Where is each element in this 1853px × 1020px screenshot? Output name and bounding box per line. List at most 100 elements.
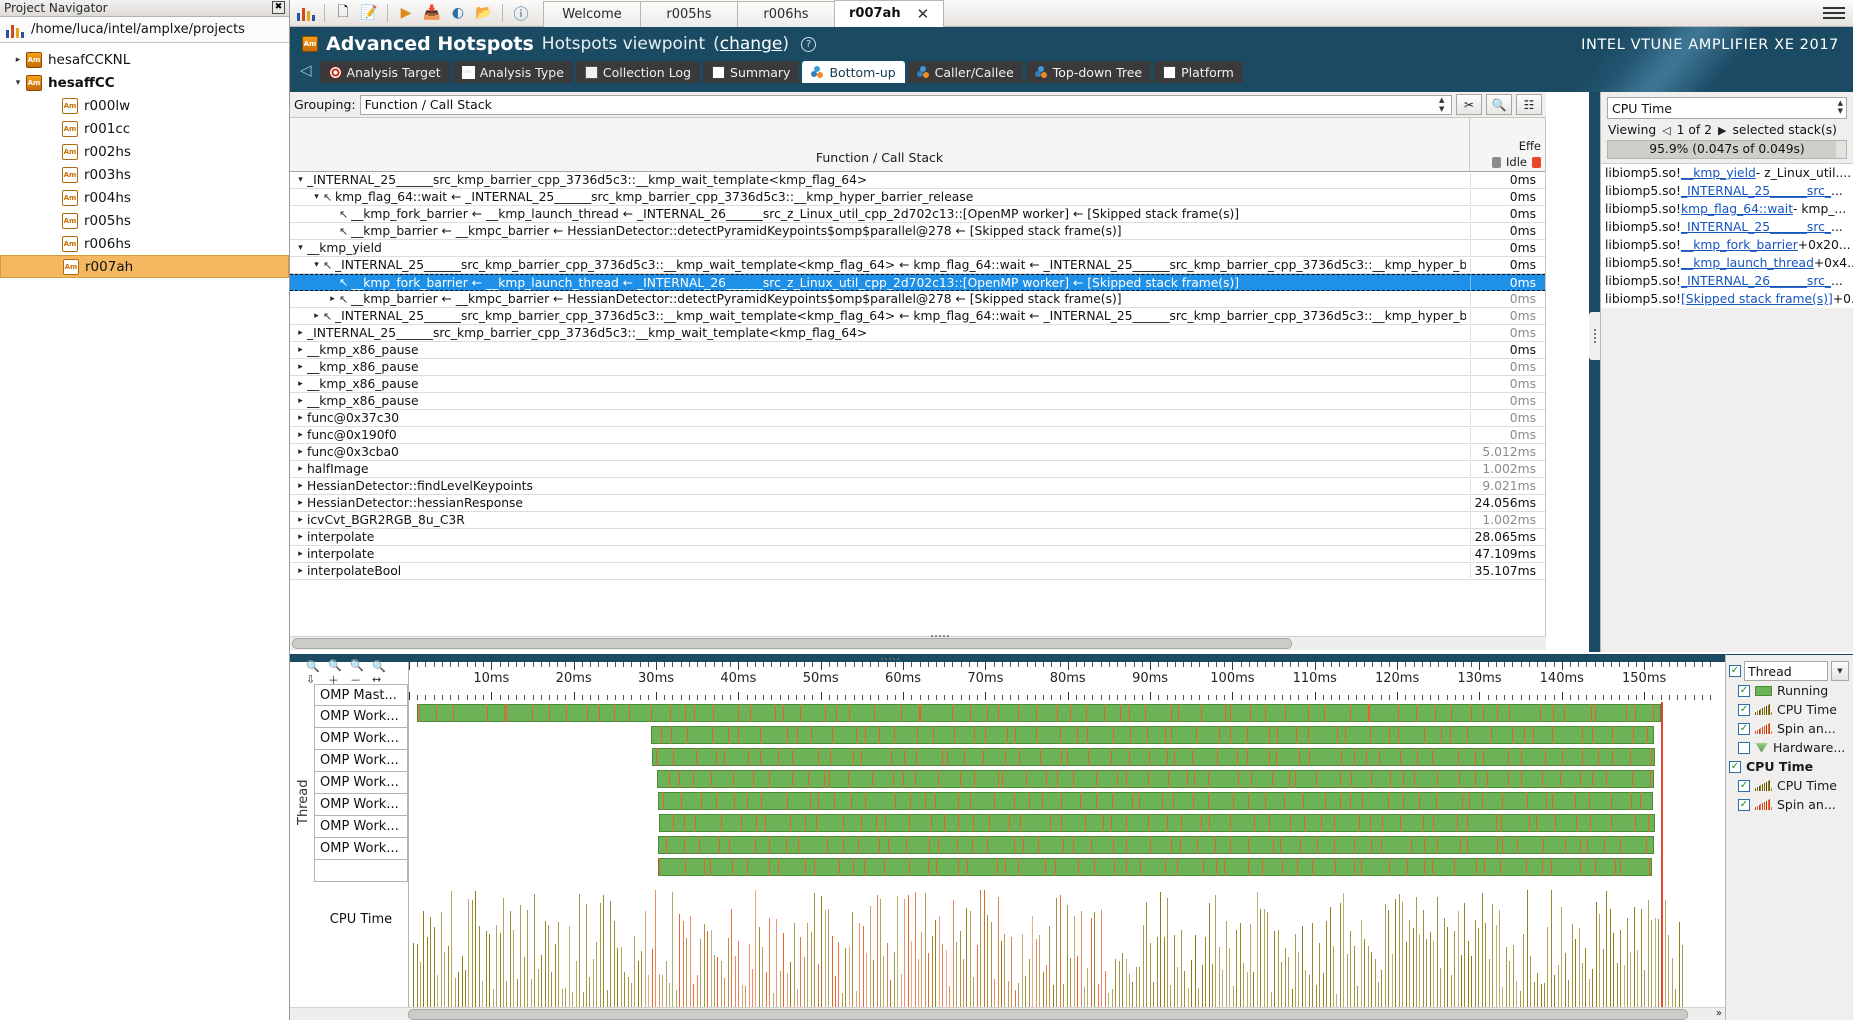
timeline-legend-item[interactable]: ✓ Spin an... [1726,719,1853,738]
viewpoint-tab[interactable]: Bottom-up [802,61,905,83]
table-row[interactable]: ▸ _INTERNAL_25______src_kmp_barrier_cpp_3… [290,325,1545,342]
stack-frame-function-link[interactable]: kmp_flag_64::wait [1681,202,1793,216]
table-row[interactable]: ▸ __kmp_x86_pause 0ms [290,393,1545,410]
compare-icon[interactable]: ◐ [446,2,470,24]
project-tree-item[interactable]: Am r006hs [0,232,289,255]
twisty-collapsed-icon[interactable]: ▸ [294,447,307,457]
help-icon[interactable]: ⓘ [509,2,533,24]
twisty-collapsed-icon[interactable]: ▸ [294,481,307,491]
grid-body[interactable]: ▾ _INTERNAL_25______src_kmp_barrier_cpp_3… [290,172,1545,650]
stack-frame-item[interactable]: libiomp5.so! _INTERNAL_25______src_... [1601,218,1853,236]
tab-scroll-left-icon[interactable]: ◁ [300,61,317,83]
project-tree-item[interactable]: ▾ Am hesaffCC [0,71,289,94]
table-row[interactable]: ▸ __kmp_x86_pause 0ms [290,376,1545,393]
timeline-thread-band[interactable] [659,814,1655,832]
hamburger-menu-icon[interactable] [1823,4,1845,22]
timeline-splitter[interactable] [290,655,1725,662]
table-row[interactable]: ▸↖__kmp_barrier ← __kmpc_barrier ← Hessi… [290,291,1545,308]
table-row[interactable]: ▸ HessianDetector::findLevelKeypoints 9.02… [290,478,1545,495]
table-row[interactable]: ▸↖__kmp_fork_barrier ← __kmp_launch_thre… [290,274,1545,291]
table-row[interactable]: ▸ HessianDetector::hessianResponse 24.056m… [290,495,1545,512]
legend-item-checkbox[interactable]: ✓ [1738,703,1750,716]
stack-frame-item[interactable]: libiomp5.so![Skipped stack frame(s)]+0..… [1601,290,1853,308]
search-icon[interactable]: 🔍 [1486,94,1512,115]
twisty-collapsed-icon[interactable]: ▸ [294,566,307,576]
timeline-ruler[interactable]: 10ms 20ms 30ms 40ms 50ms 60ms 70ms 80ms 90ms 100m… [408,662,1711,702]
grouping-spinner-icon[interactable]: ▲ ▼ [1439,96,1449,113]
timeline-horizontal-scrollbar[interactable]: » [290,1007,1725,1020]
column-header-effective-time[interactable]: Effe Idle [1470,118,1545,171]
table-row[interactable]: ▾ _INTERNAL_25______src_kmp_barrier_cpp_3… [290,172,1545,189]
project-tree-item[interactable]: Am r001cc [0,117,289,140]
timeline-thread-band[interactable] [657,858,1653,876]
table-row[interactable]: ▸↖__kmp_barrier ← __kmpc_barrier ← Hessi… [290,223,1545,240]
timeline-thread-band[interactable] [651,726,1654,744]
timeline-legend-item[interactable]: ✓ CPU Time [1726,700,1853,719]
result-tab[interactable]: r005hs [640,0,738,27]
legend-item-checkbox[interactable]: ✓ [1738,779,1750,792]
twisty-expanded-icon[interactable]: ▾ [10,78,26,88]
table-row[interactable]: ▸ __kmp_x86_pause 0ms [290,342,1545,359]
result-tab[interactable]: r006hs [737,0,835,27]
twisty-collapsed-icon[interactable]: ▸ [294,515,307,525]
viewpoint-tab[interactable]: Summary [703,61,800,83]
filter-icon[interactable]: ✂ [1456,94,1482,115]
legend-item-checkbox[interactable]: ✓ [1738,722,1750,735]
timeline-legend-item[interactable]: ✓ Spin an... [1726,795,1853,814]
project-path-row[interactable]: /home/luca/intel/amplxe/projects [0,17,289,43]
viewpoint-tab[interactable]: Caller/Callee [907,61,1023,83]
timeline-thread-label[interactable]: OMP Work... [314,772,408,794]
grid-horizontal-scrollbar[interactable] [290,634,1546,650]
viewpoint-tab[interactable]: ☂ Analysis Type [452,61,573,83]
timeline-thread-band[interactable] [658,836,1654,854]
timeline-thread-label[interactable]: OMP Work... [314,838,408,860]
project-tree-item[interactable]: Am r002hs [0,140,289,163]
timeline-thread-label[interactable]: OMP Work... [314,816,408,838]
timeline-thread-label[interactable]: OMP Mast... [314,684,408,706]
timeline-legend-group-header[interactable]: ✓ CPU Time [1726,757,1853,776]
stack-frame-list[interactable]: libiomp5.so! __kmp_yield - z_Linux_util..… [1601,163,1853,308]
stack-frame-function-link[interactable]: __kmp_fork_barrier [1681,238,1798,252]
twisty-expanded-icon[interactable]: ▾ [294,243,307,253]
viewpoint-tab[interactable]: Analysis Target [319,61,450,83]
project-tree-item[interactable]: Am r000lw [0,94,289,117]
project-tree-item[interactable]: Am r007ah [0,255,289,278]
stack-metric-select[interactable]: CPU Time ▲ ▼ [1607,97,1847,119]
timeline-thread-label[interactable]: OMP Work... [314,794,408,816]
table-row[interactable]: ▸ func@0x37c30 0ms [290,410,1545,427]
column-header-function[interactable]: Function / Call Stack [290,118,1470,171]
twisty-collapsed-icon[interactable]: ▸ [294,379,307,389]
twisty-collapsed-icon[interactable]: ▸ [294,498,307,508]
new-project-icon[interactable]: 🗋 [331,2,355,24]
zoom-region-icon[interactable]: 🔍⇩ [306,660,326,686]
stack-frame-item[interactable]: libiomp5.so! __kmp_yield - z_Linux_util..… [1601,164,1853,182]
table-row[interactable]: ▸ func@0x190f0 0ms [290,427,1545,444]
legend-root-checkbox[interactable]: ✓ [1729,665,1741,677]
stack-pane-collapse-handle[interactable] [1589,312,1600,360]
table-row[interactable]: ▸ ↖ _INTERNAL_25______src_kmp_barrier_cpp_… [290,308,1545,325]
twisty-collapsed-icon[interactable]: ▸ [294,532,307,542]
twisty-expanded-icon[interactable]: ▾ [310,260,323,270]
project-tree-item[interactable]: ▸ Am hesafCCKNL [0,48,289,71]
timeline-thread-label[interactable]: OMP Work... [314,728,408,750]
timeline-thread-band[interactable] [417,704,1661,722]
viewpoint-tab[interactable]: Top-down Tree [1025,61,1152,83]
twisty-collapsed-icon[interactable]: ▸ [294,464,307,474]
project-tree[interactable]: ▸ Am hesafCCKNL ▾ Am hesaffCC Am r000lw Am r001cc… [0,43,289,278]
grid-splitter-grip[interactable] [927,632,953,639]
viewpoint-tab[interactable]: Platform [1154,61,1243,83]
timeline-thread-band[interactable] [656,770,1654,788]
timeline-thread-label[interactable]: OMP Work... [314,750,408,772]
twisty-collapsed-icon[interactable]: ▸ [310,311,323,321]
stack-frame-function-link[interactable]: __kmp_launch_thread [1681,256,1814,270]
timeline-band-select[interactable]: Thread [1744,661,1828,681]
table-row[interactable]: ▸ interpolateBool 35.107ms [290,563,1545,580]
stack-frame-function-link[interactable]: _INTERNAL_25______src_ [1681,184,1831,198]
twisty-collapsed-icon[interactable]: ▸ [294,396,307,406]
timeline-thread-band[interactable] [651,748,1655,766]
legend-item-checkbox[interactable]: ✓ [1738,684,1750,697]
chevron-down-icon[interactable]: ▼ [1831,661,1849,681]
timeline-splitter-grip[interactable] [877,655,903,662]
table-row[interactable]: ▾ ↖ _INTERNAL_25______src_kmp_barrier_cpp_… [290,257,1545,274]
stack-prev-icon[interactable]: ◁ [1662,124,1670,137]
